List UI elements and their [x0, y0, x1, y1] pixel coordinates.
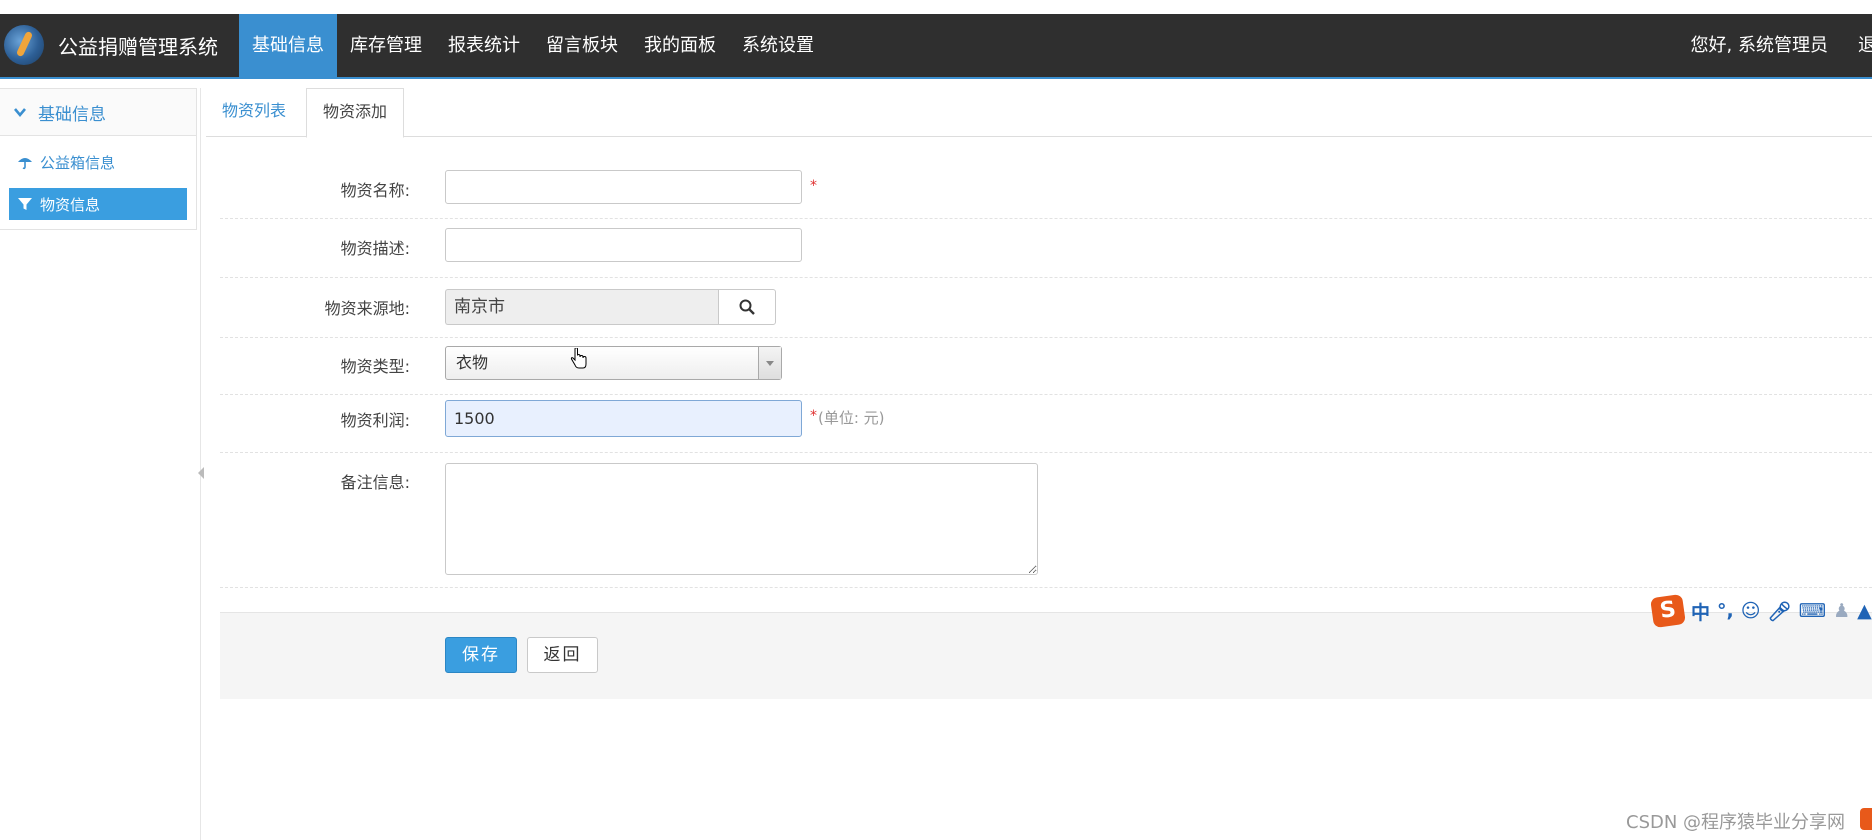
logo-icon [4, 25, 44, 65]
top-navbar: 公益捐赠管理系统 基础信息 库存管理 报表统计 留言板块 我的面板 系统设置 您… [0, 14, 1872, 79]
nav-item-basic-info[interactable]: 基础信息 [239, 14, 337, 77]
form-row-origin: 物资来源地: 南京市 [220, 278, 1872, 338]
profit-label: 物资利润: [340, 411, 410, 430]
form-row-name: 物资名称: * [220, 162, 1872, 219]
watermark-logo-icon [1860, 808, 1872, 830]
ime-mode-toggle[interactable]: 中 [1691, 598, 1710, 625]
sidebar-header[interactable]: 基础信息 [0, 89, 196, 136]
form-row-remark: 备注信息: [220, 453, 1872, 588]
hand-cursor-icon [570, 348, 587, 369]
top-strip [0, 0, 1872, 14]
chevron-down-icon [758, 347, 781, 379]
user-greeting[interactable]: 您好, 系统管理员 [1691, 14, 1828, 77]
ime-toolbar: S 中 °, ☺ 🎤︎ ⌨ ♟ ▲ [1650, 593, 1872, 629]
remark-label: 备注信息: [340, 473, 410, 492]
form-row-desc: 物资描述: [220, 219, 1872, 278]
material-name-input[interactable] [445, 170, 802, 204]
material-type-select[interactable]: 衣物 [445, 346, 782, 380]
sidebar-item-label: 公益箱信息 [40, 153, 116, 172]
umbrella-icon [18, 158, 32, 170]
emoji-icon[interactable]: ☺ [1741, 600, 1761, 622]
user-icon[interactable]: ♟ [1833, 600, 1850, 622]
app-title: 公益捐赠管理系统 [58, 34, 218, 59]
nav-item-inventory[interactable]: 库存管理 [337, 14, 435, 77]
back-button[interactable]: 返回 [527, 637, 598, 673]
logout-link[interactable]: 退 [1858, 14, 1872, 77]
sidebar-item-material-info[interactable]: 物资信息 [9, 188, 187, 220]
sidebar-item-label: 物资信息 [40, 195, 101, 214]
main-nav: 基础信息 库存管理 报表统计 留言板块 我的面板 系统设置 [239, 14, 827, 77]
watermark: CSDN @程序猿毕业分享网 [1626, 812, 1846, 833]
chevron-down-icon [14, 108, 26, 118]
brand[interactable]: 公益捐赠管理系统 [4, 25, 218, 65]
sidebar-item-donation-box[interactable]: 公益箱信息 [9, 146, 187, 178]
nav-item-settings[interactable]: 系统设置 [729, 14, 827, 77]
form-actions: 保存 返回 [220, 612, 1872, 699]
unit-hint: (单位: 元) [818, 409, 885, 427]
collapse-sidebar-icon[interactable] [198, 467, 204, 479]
required-mark: * [810, 408, 817, 424]
shirt-icon[interactable]: ▲ [1857, 600, 1872, 622]
origin-lookup: 南京市 [445, 289, 776, 325]
required-mark: * [810, 178, 817, 194]
origin-search-button[interactable] [718, 289, 776, 325]
sidebar-header-label: 基础信息 [38, 104, 106, 125]
ime-logo[interactable]: S [1650, 593, 1686, 629]
material-desc-input[interactable] [445, 228, 802, 262]
microphone-icon[interactable]: 🎤︎ [1768, 600, 1792, 623]
desc-label: 物资描述: [340, 239, 410, 258]
name-label: 物资名称: [340, 181, 410, 200]
origin-label: 物资来源地: [324, 299, 410, 318]
type-label: 物资类型: [340, 357, 410, 376]
material-profit-input[interactable] [445, 400, 802, 437]
tab-material-list[interactable]: 物资列表 [206, 88, 302, 136]
search-icon [739, 299, 755, 315]
nav-item-messages[interactable]: 留言板块 [533, 14, 631, 77]
tab-bar: 物资列表 物资添加 [206, 88, 1872, 138]
punctuation-icon[interactable]: °, [1717, 600, 1734, 622]
save-button[interactable]: 保存 [445, 637, 517, 673]
sidebar-divider [200, 88, 201, 840]
sidebar: 基础信息 公益箱信息 物资信息 [0, 88, 197, 230]
tab-material-add[interactable]: 物资添加 [306, 88, 405, 138]
filter-icon [18, 198, 32, 210]
nav-item-reports[interactable]: 报表统计 [435, 14, 533, 77]
nav-item-my-panel[interactable]: 我的面板 [631, 14, 729, 77]
material-type-value: 衣物 [456, 353, 489, 372]
remark-textarea[interactable] [445, 463, 1038, 575]
nav-user-area: 您好, 系统管理员 退 [1691, 14, 1872, 77]
form-row-type: 物资类型: 衣物 [220, 338, 1872, 395]
form-row-profit: 物资利润: * (单位: 元) [220, 395, 1872, 453]
origin-input[interactable]: 南京市 [445, 289, 718, 325]
keyboard-icon[interactable]: ⌨ [1799, 600, 1826, 622]
